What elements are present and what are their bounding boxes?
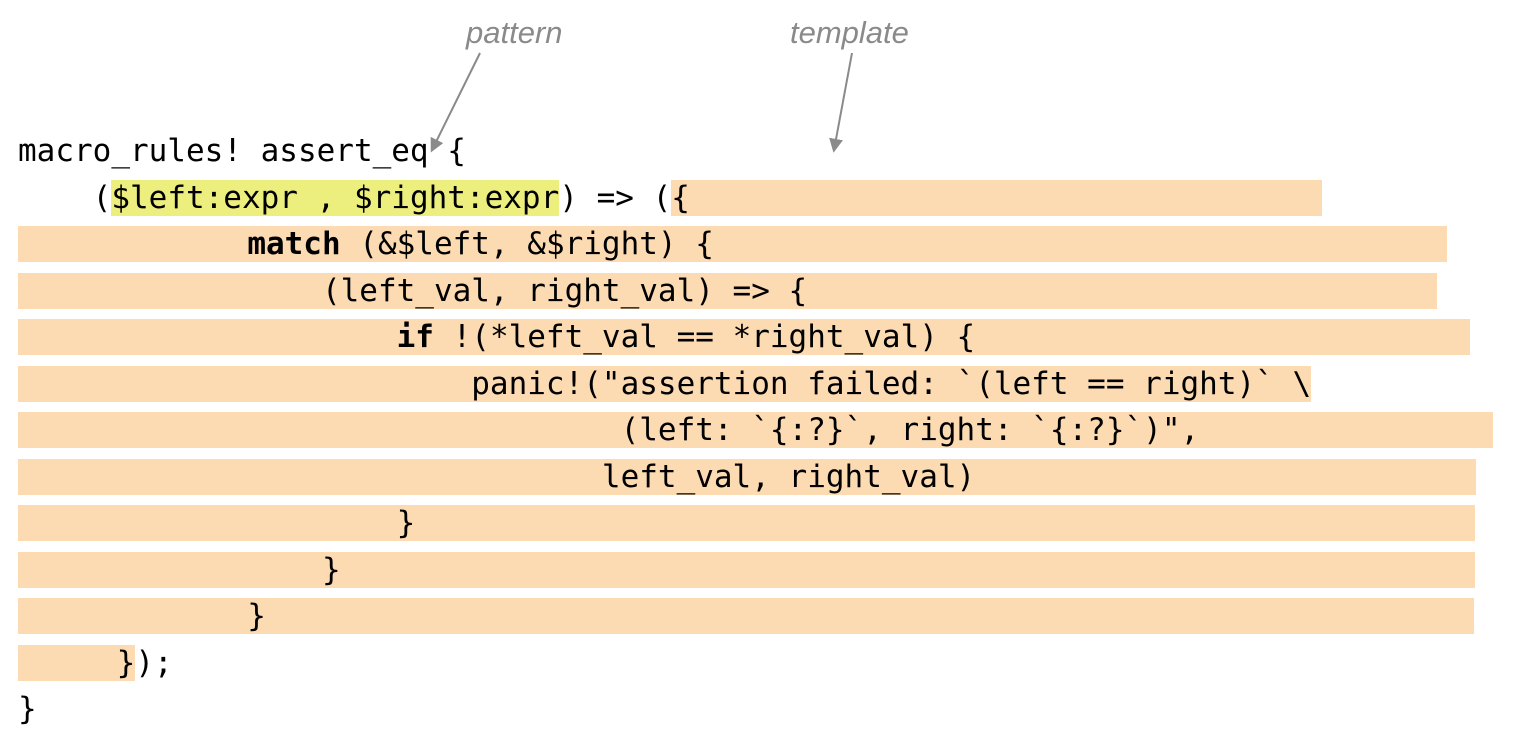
code-line-13: } [18, 686, 1510, 733]
keyword-if: if [397, 319, 434, 355]
code-line-2: ($left:expr , $right:expr) => ({ [18, 175, 1510, 222]
code-line-7: (left: `{:?}`, right: `{:?}`)", [18, 407, 1510, 454]
code-line-9: } [18, 500, 1510, 547]
pattern-highlight: $left:expr , $right:expr [111, 180, 559, 216]
code-line-4: (left_val, right_val) => { [18, 268, 1510, 315]
template-highlight: { [671, 180, 690, 216]
code-line-12: }); [18, 640, 1510, 687]
keyword-match: match [247, 226, 340, 262]
code-line-10: } [18, 547, 1510, 594]
code-line-1: macro_rules! assert_eq { [18, 128, 1510, 175]
code-line-11: } [18, 593, 1510, 640]
code-line-5: if !(*left_val == *right_val) { [18, 314, 1510, 361]
code-line-8: left_val, right_val) [18, 454, 1510, 501]
code-line-6: panic!("assertion failed: `(left == righ… [18, 361, 1510, 408]
code-line-3: match (&$left, &$right) { [18, 221, 1510, 268]
code-block: macro_rules! assert_eq { ($left:expr , $… [18, 18, 1510, 733]
